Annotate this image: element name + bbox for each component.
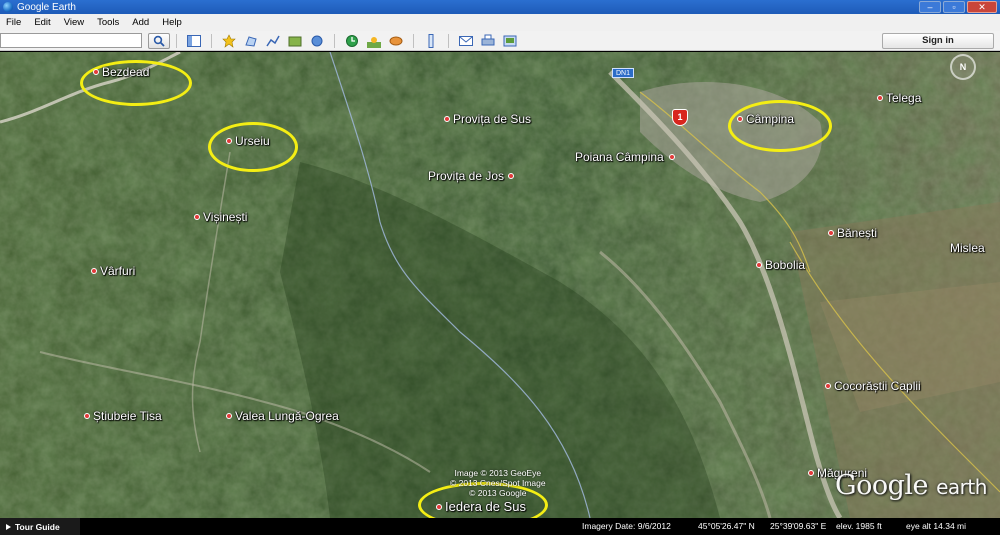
menu-view[interactable]: View — [58, 17, 91, 28]
place-dot — [436, 503, 442, 510]
google-earth-app-icon — [3, 2, 13, 12]
close-icon[interactable]: ✕ — [967, 1, 997, 13]
search-button[interactable] — [148, 32, 170, 49]
menu-file[interactable]: File — [0, 17, 28, 28]
add-placemark-button[interactable] — [221, 33, 237, 48]
path-icon — [266, 35, 280, 46]
print-icon — [481, 34, 495, 45]
record-tour-icon — [311, 35, 323, 46]
save-image-icon — [503, 35, 517, 46]
clock-icon — [346, 34, 358, 47]
save-image-button[interactable] — [502, 33, 518, 48]
place-stubeie-tisa[interactable]: Știubeie Tisa — [84, 409, 162, 423]
route-shield-icon: 1 — [672, 109, 688, 126]
toolbar: Sign in — [0, 31, 1000, 51]
place-banesti[interactable]: Bănești — [828, 226, 877, 240]
toolbar-divider — [448, 33, 449, 48]
toolbar-divider — [211, 33, 212, 48]
tour-guide-button[interactable]: Tour Guide — [0, 518, 80, 535]
place-dot — [668, 154, 675, 160]
toolbar-divider — [176, 33, 177, 48]
menu-bar: File Edit View Tools Add Help — [0, 14, 1000, 31]
sidebar-toggle-button[interactable] — [186, 33, 202, 48]
place-iedera-de-sus[interactable]: Iedera de Sus — [436, 499, 526, 514]
map-view[interactable]: DN1 1 N Bezdead Urseiu Provița de Sus Po… — [0, 52, 1000, 518]
place-dot — [91, 268, 97, 274]
eye-altitude-readout: eye alt 14.34 mi — [906, 521, 967, 531]
add-polygon-button[interactable] — [243, 33, 259, 48]
ruler-button[interactable] — [423, 33, 439, 48]
latitude-readout: 45°05'26.47" N — [698, 521, 755, 531]
search-icon — [153, 35, 165, 47]
place-valea-lunga-ogrea[interactable]: Valea Lungă-Ogrea — [226, 409, 339, 423]
status-bar: Tour Guide Imagery Date: 9/6/2012 45°05'… — [0, 518, 1000, 535]
place-dot — [508, 173, 515, 179]
placemark-icon — [222, 33, 236, 48]
toolbar-divider — [413, 33, 414, 48]
place-visinesti[interactable]: Vișinești — [194, 210, 247, 224]
longitude-readout: 25°39'09.63" E — [770, 521, 827, 531]
print-button[interactable] — [480, 33, 496, 48]
image-overlay-icon — [288, 36, 302, 46]
road-badge: DN1 — [612, 68, 635, 78]
place-dot — [226, 138, 232, 144]
place-provita-de-jos[interactable]: Provița de Jos — [428, 169, 515, 183]
place-telega[interactable]: Telega — [877, 91, 921, 105]
place-urseiu[interactable]: Urseiu — [226, 134, 270, 148]
place-dot — [226, 413, 232, 419]
place-dot — [828, 230, 834, 236]
sign-in-button[interactable]: Sign in — [882, 33, 994, 49]
place-varfuri[interactable]: Vârfuri — [91, 264, 135, 278]
place-dot — [756, 262, 762, 268]
imagery-date: Imagery Date: 9/6/2012 — [582, 521, 671, 531]
historical-imagery-button[interactable] — [344, 33, 360, 48]
ruler-icon — [428, 33, 434, 48]
place-dot — [808, 470, 814, 476]
place-bezdead[interactable]: Bezdead — [93, 65, 149, 79]
place-mislea[interactable]: Mislea — [950, 241, 985, 255]
minimize-icon[interactable]: – — [919, 1, 941, 13]
email-button[interactable] — [458, 33, 474, 48]
place-dot — [194, 214, 200, 220]
highlight-ring-campina — [728, 100, 832, 152]
place-campina[interactable]: Câmpina — [737, 112, 794, 126]
place-provita-de-sus[interactable]: Provița de Sus — [444, 112, 531, 126]
email-icon — [459, 35, 473, 46]
place-dot — [93, 69, 99, 75]
place-poiana-campina[interactable]: Poiana Câmpina — [575, 150, 675, 164]
place-dot — [444, 116, 450, 122]
add-path-button[interactable] — [265, 33, 281, 48]
imagery-copyright: Image © 2013 GeoEye © 2013 Cnes/Spot Ima… — [450, 468, 546, 498]
google-earth-logo: Google earth — [835, 470, 987, 501]
window-title: Google Earth — [17, 1, 76, 13]
tour-guide-arrow-icon — [6, 523, 11, 530]
switch-planet-button[interactable] — [388, 33, 404, 48]
compass-north-icon[interactable]: N — [950, 54, 976, 80]
menu-add[interactable]: Add — [126, 17, 156, 28]
sunlight-button[interactable] — [366, 33, 382, 48]
sun-icon — [367, 36, 381, 48]
toolbar-divider — [334, 33, 335, 48]
planet-icon — [389, 36, 403, 45]
menu-edit[interactable]: Edit — [28, 17, 57, 28]
place-dot — [877, 95, 883, 101]
title-bar: Google Earth – ▫ ✕ — [0, 0, 1000, 14]
place-bobolia[interactable]: Bobolia — [756, 258, 805, 272]
record-tour-button[interactable] — [309, 33, 325, 48]
search-input[interactable] — [0, 33, 142, 48]
place-dot — [825, 383, 831, 389]
add-image-overlay-button[interactable] — [287, 33, 303, 48]
menu-help[interactable]: Help — [156, 17, 189, 28]
maximize-icon[interactable]: ▫ — [943, 1, 965, 13]
place-cocorastii-caplii[interactable]: Cocorăștii Caplii — [825, 379, 921, 393]
place-dot — [84, 413, 90, 419]
menu-tools[interactable]: Tools — [91, 17, 126, 28]
sidebar-icon — [187, 34, 201, 47]
polygon-icon — [245, 35, 257, 47]
place-dot — [737, 116, 743, 122]
elevation-readout: elev. 1985 ft — [836, 521, 882, 531]
